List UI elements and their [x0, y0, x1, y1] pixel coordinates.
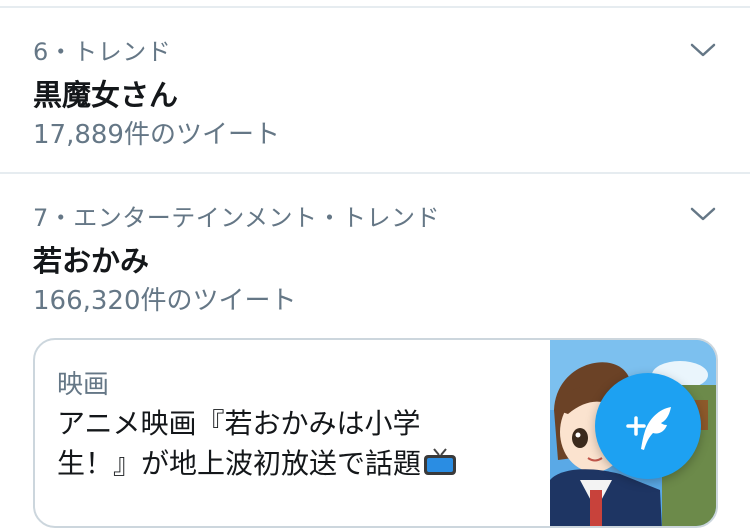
trend-name: 若おかみ [33, 244, 150, 278]
trend-name: 黒魔女さん [33, 78, 179, 112]
television-icon [424, 448, 457, 475]
chevron-down-icon[interactable] [690, 42, 716, 58]
compose-tweet-button[interactable] [595, 373, 701, 479]
trend-meta: 7・エンターテインメント・トレンド [33, 204, 441, 232]
card-title: アニメ映画『若おかみは小学生！』が地上波初放送で話題 [57, 404, 477, 484]
compose-tweet-icon [626, 407, 671, 450]
trend-meta: 6・トレンド [33, 38, 172, 66]
card-category: 映画 [57, 370, 110, 400]
tweet-count: 166,320件のツイート [33, 286, 297, 316]
tweet-count: 17,889件のツイート [33, 120, 280, 150]
card-title-text: アニメ映画『若おかみは小学生！』が地上波初放送で話題 [57, 407, 422, 480]
trend-item[interactable]: 6・トレンド 黒魔女さん 17,889件のツイート [0, 8, 750, 172]
chevron-down-icon[interactable] [690, 206, 716, 222]
